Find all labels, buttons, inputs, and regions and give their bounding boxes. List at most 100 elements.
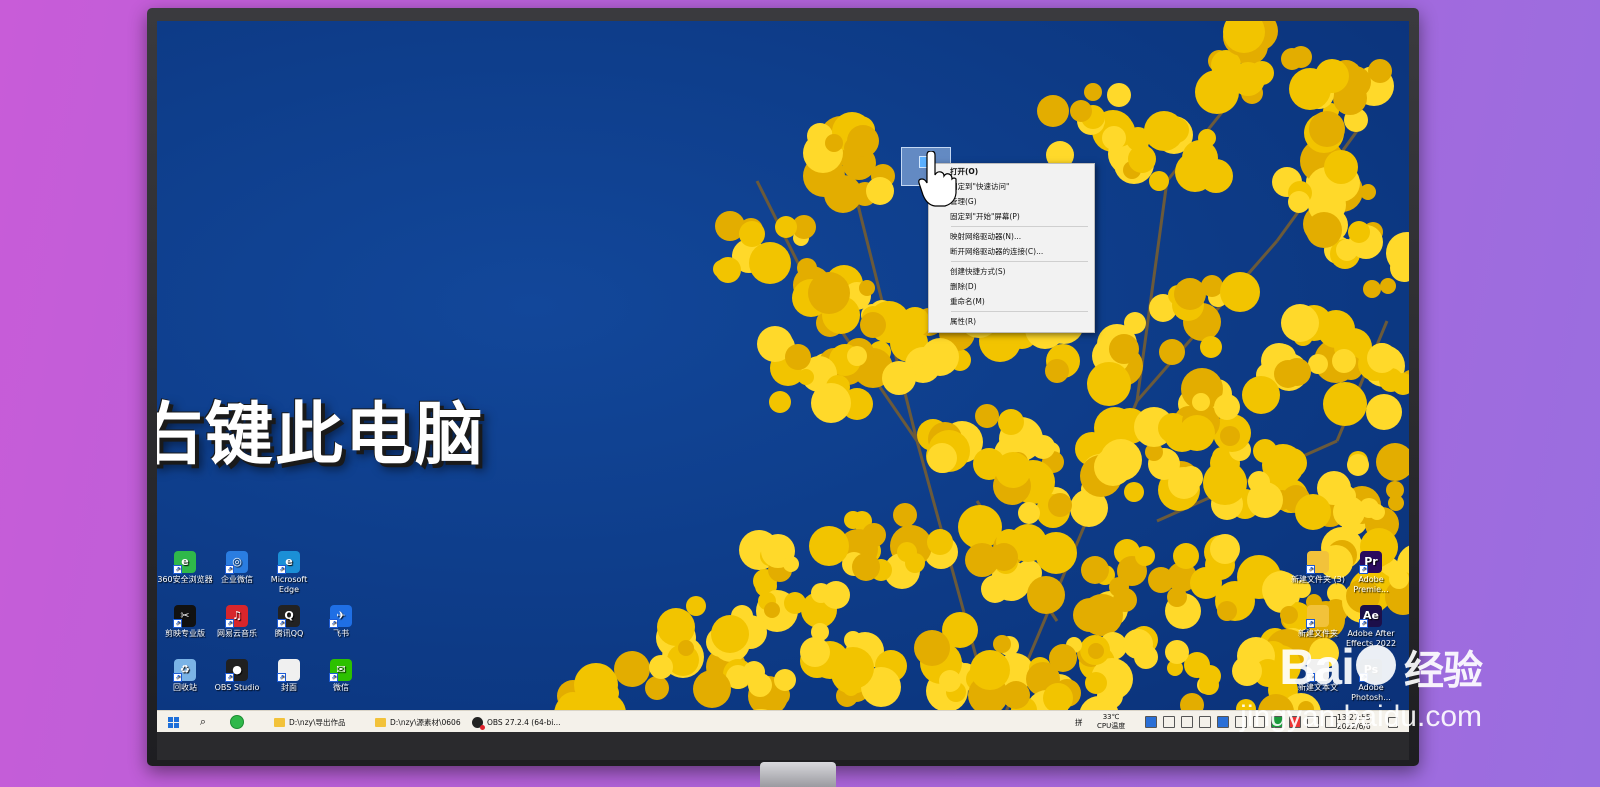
context-menu-item[interactable]: 重命名(M) xyxy=(929,294,1094,309)
feishu-icon: ✈ ↗ xyxy=(329,605,352,628)
search-button[interactable]: ⌕ xyxy=(193,711,213,733)
blossom xyxy=(832,647,874,689)
ime-label: 拼 xyxy=(1075,717,1083,727)
blossom xyxy=(748,673,772,697)
blossom xyxy=(1087,362,1131,406)
blossom xyxy=(1288,191,1310,213)
input-method[interactable]: 拼 xyxy=(1075,711,1083,733)
context-menu-item[interactable]: 映射网络驱动器(N)... xyxy=(929,229,1094,244)
blossom xyxy=(1165,640,1189,664)
shortcut-arrow-icon: ↗ xyxy=(1359,619,1368,628)
blossom xyxy=(657,608,695,646)
blossom xyxy=(897,542,917,562)
blossom xyxy=(1179,415,1215,451)
desktop-icon[interactable]: ● ↗ OBS Studio xyxy=(209,659,265,693)
desktop-icon[interactable]: Pr ↗ Adobe Premie... xyxy=(1343,551,1399,595)
tray-network-icon[interactable] xyxy=(1163,716,1175,728)
blossom xyxy=(1232,656,1262,686)
start-button[interactable] xyxy=(163,711,183,733)
blossom xyxy=(1280,458,1296,474)
desktop-icon[interactable]: ♻ ↗ 回收站 xyxy=(157,659,213,693)
desktop-icon-label: 剪映专业版 xyxy=(165,629,205,638)
desktop-icon[interactable]: ✂ ↗ 剪映专业版 xyxy=(157,605,213,639)
shortcut-arrow-icon: ↗ xyxy=(225,619,234,628)
blossom xyxy=(1366,394,1402,430)
context-menu-item[interactable]: 断开网络驱动器的连接(C)... xyxy=(929,244,1094,259)
watermark-url: jingyan.baidu.com xyxy=(1240,700,1482,733)
blossom xyxy=(797,258,817,278)
desktop-icon[interactable]: ↗ 新建文件夹 (3) xyxy=(1290,551,1346,585)
blossom xyxy=(970,650,1010,690)
wecom-icon: ◎ ↗ xyxy=(225,551,248,574)
desktop-icon[interactable]: e ↗ Microsoft Edge xyxy=(261,551,317,595)
tray-app-icon[interactable] xyxy=(1145,716,1157,728)
blossom xyxy=(711,615,749,653)
desktop-icon[interactable]: ↗ 新建文件夹 xyxy=(1290,605,1346,639)
blossom xyxy=(1360,184,1376,200)
shortcut-arrow-icon: ↗ xyxy=(225,565,234,574)
shortcut-arrow-icon: ↗ xyxy=(173,565,182,574)
cpu-temp-value: 33℃ xyxy=(1102,713,1120,721)
shortcut-arrow-icon: ↗ xyxy=(329,619,338,628)
blossom xyxy=(860,312,886,338)
tray-volume-icon[interactable] xyxy=(1181,716,1193,728)
desktop-icon[interactable]: e ↗ 360安全浏览器 xyxy=(157,551,213,585)
blossom xyxy=(678,640,694,656)
blossom xyxy=(1386,481,1404,499)
desktop-icon[interactable]: Q ↗ 腾讯QQ xyxy=(261,605,317,639)
windows-icon xyxy=(167,716,179,728)
desktop-icon[interactable]: ✈ ↗ 飞书 xyxy=(313,605,369,639)
netease-music-icon: ♫ ↗ xyxy=(225,605,248,628)
premiere-icon: Pr ↗ xyxy=(1359,551,1382,574)
context-menu-item[interactable]: 固定到"开始"屏幕(P) xyxy=(929,209,1094,224)
blossom xyxy=(1220,272,1260,312)
context-menu-item[interactable]: 创建快捷方式(S) xyxy=(929,264,1094,279)
desktop-icon[interactable]: ✉ ↗ 微信 xyxy=(313,659,369,693)
blossom xyxy=(739,221,765,247)
blossom xyxy=(1113,588,1137,612)
menu-separator xyxy=(951,261,1088,262)
tray-app-icon[interactable] xyxy=(1217,716,1229,728)
blossom xyxy=(1306,212,1342,248)
blossom xyxy=(1100,439,1142,481)
blossom xyxy=(1102,126,1126,150)
shortcut-arrow-icon: ↗ xyxy=(173,673,182,682)
context-menu-item[interactable]: 删除(D) xyxy=(929,279,1094,294)
blossom xyxy=(998,409,1024,435)
taskbar-task-folder-1[interactable]: D:\nzy\导出作品 xyxy=(269,711,350,733)
taskbar-360-browser[interactable] xyxy=(227,711,247,733)
blossom xyxy=(1281,304,1319,342)
blossom xyxy=(1386,232,1409,274)
blossom xyxy=(1088,643,1104,659)
desktop-icon-label: 回收站 xyxy=(173,683,197,692)
search-icon: ⌕ xyxy=(199,715,207,728)
desktop-icon[interactable]: ◎ ↗ 企业微信 xyxy=(209,551,265,585)
blossom xyxy=(1027,576,1065,614)
taskbar-task-folder-2[interactable]: D:\nzy\源素材\0606 xyxy=(370,711,466,733)
blossom xyxy=(774,669,796,691)
desktop-icon[interactable]: ♫ ↗ 网易云音乐 xyxy=(209,605,265,639)
blossom xyxy=(1149,171,1169,191)
blossom xyxy=(800,637,830,667)
monitor-stand xyxy=(760,762,836,787)
blossom xyxy=(769,391,791,413)
blossom xyxy=(939,670,961,692)
shortcut-arrow-icon: ↗ xyxy=(277,619,286,628)
tray-app-icon[interactable] xyxy=(1199,716,1211,728)
blossom xyxy=(847,125,879,157)
blossom xyxy=(927,529,953,555)
blossom xyxy=(995,452,1031,488)
desktop-icon-label: Adobe Premie... xyxy=(1353,575,1389,594)
desktop-icon[interactable]: ↗ 封面 xyxy=(261,659,317,693)
taskbar-task-obs[interactable]: OBS 27.2.4 (64-bi... xyxy=(467,711,565,733)
after-effects-icon: Ae ↗ xyxy=(1359,605,1382,628)
blossom xyxy=(1359,498,1379,518)
blossom xyxy=(1247,482,1283,518)
obs-icon xyxy=(472,716,485,730)
blossom xyxy=(822,581,850,609)
blossom xyxy=(783,556,799,572)
blossom xyxy=(1203,461,1247,505)
context-menu-item[interactable]: 属性(R) xyxy=(929,314,1094,329)
shortcut-arrow-icon: ↗ xyxy=(1306,619,1315,628)
file-icon: ↗ xyxy=(277,659,300,682)
